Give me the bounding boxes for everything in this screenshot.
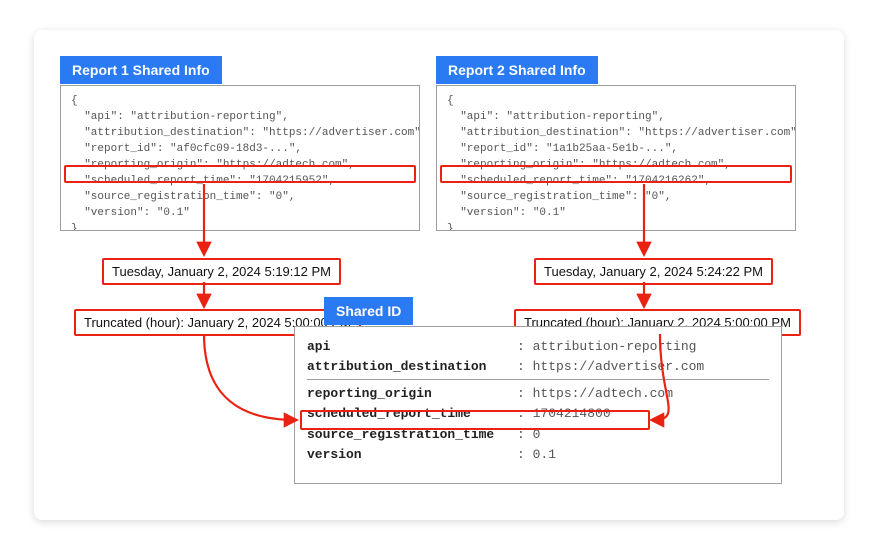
diagram-card: Report 1 Shared Info { "api": "attributi… [34,30,844,520]
shared-row: version: 0.1 [307,445,769,465]
report1-json: { "api": "attribution-reporting", "attri… [60,85,420,231]
shared-row: scheduled_report_time: 1704214800 [307,404,769,424]
shared-id-box: api: attribution-reportingattribution_de… [294,326,782,484]
shared-row: attribution_destination: https://adverti… [307,357,769,377]
shared-id-header: Shared ID [324,297,413,325]
shared-row: reporting_origin: https://adtech.com [307,384,769,404]
report2-json: { "api": "attribution-reporting", "attri… [436,85,796,231]
report1-actual-time: Tuesday, January 2, 2024 5:19:12 PM [102,258,341,285]
shared-row: source_registration_time: 0 [307,425,769,445]
report2-actual-time: Tuesday, January 2, 2024 5:24:22 PM [534,258,773,285]
report1-header: Report 1 Shared Info [60,56,222,84]
shared-row: api: attribution-reporting [307,337,769,357]
report2-header: Report 2 Shared Info [436,56,598,84]
